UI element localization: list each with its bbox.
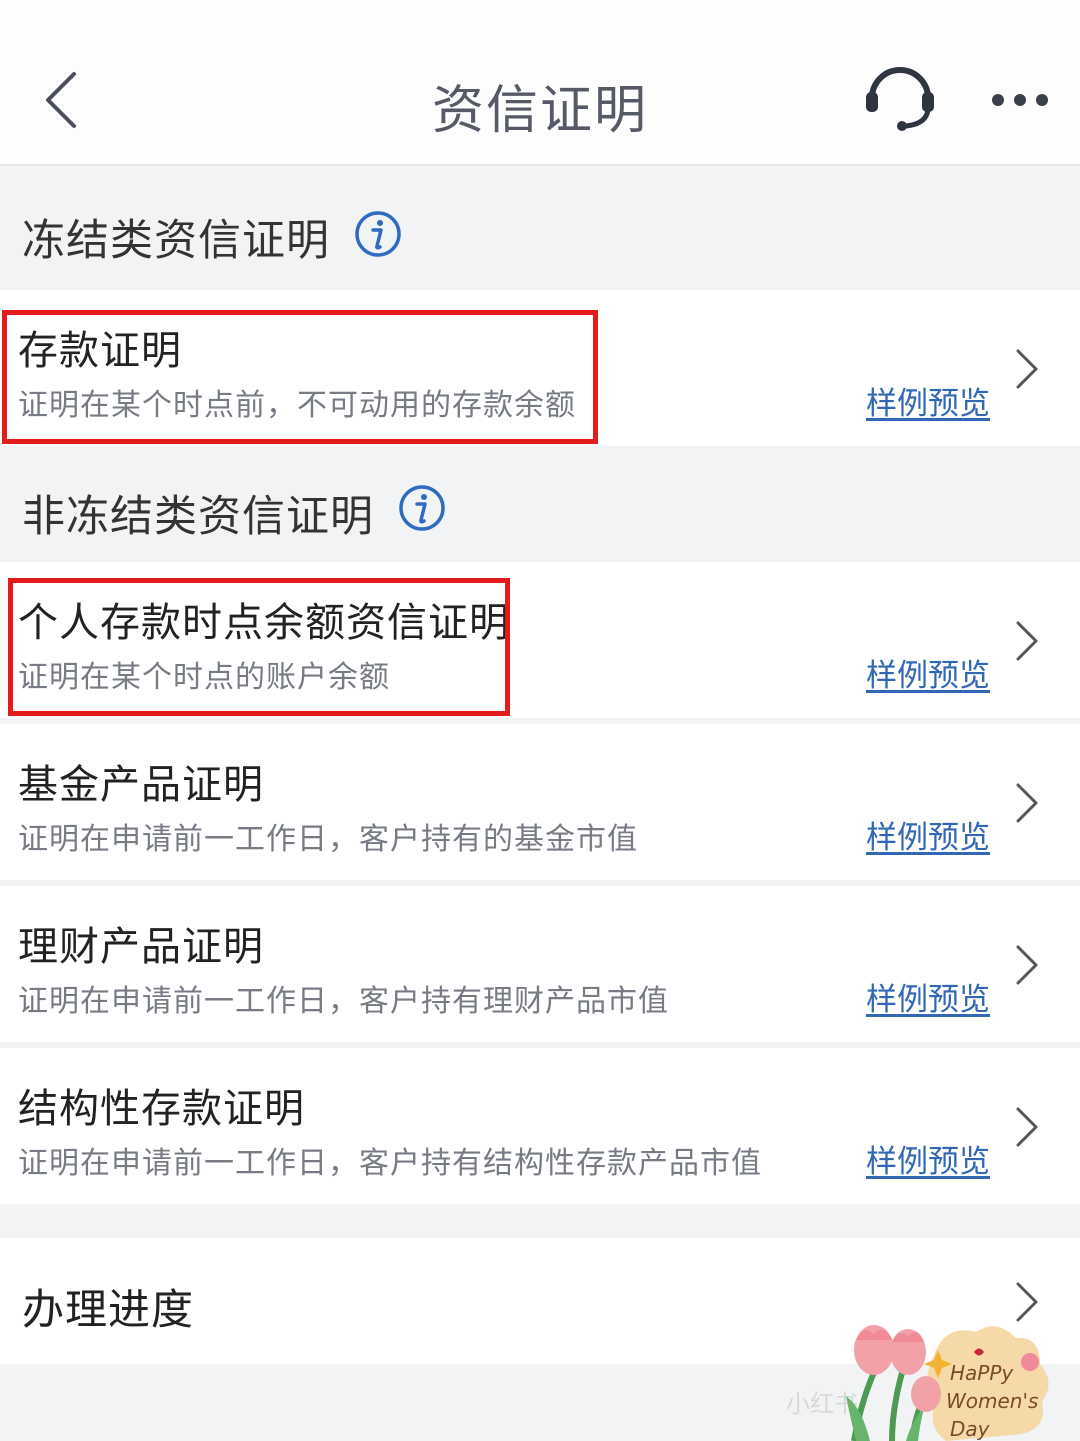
section-title-non-frozen: 非冻结类资信证明 xyxy=(22,492,374,542)
list-item-structured-deposit[interactable]: 结构性存款证明 证明在申请前一工作日，客户持有结构性存款产品市值 样例预览 xyxy=(0,1048,1080,1204)
sample-preview-link[interactable]: 样例预览 xyxy=(866,650,990,695)
item-title: 结构性存款证明 xyxy=(18,1086,305,1132)
info-icon xyxy=(355,211,401,257)
item-description: 证明在申请前一工作日，客户持有结构性存款产品市值 xyxy=(18,1146,762,1181)
frozen-info-button[interactable] xyxy=(354,210,402,258)
progress-label: 办理进度 xyxy=(22,1285,195,1334)
back-button[interactable] xyxy=(36,68,92,132)
list-item-personal-deposit-balance[interactable]: 个人存款时点余额资信证明 证明在某个时点的账户余额 样例预览 xyxy=(0,562,1080,718)
chevron-right-icon xyxy=(1016,349,1038,389)
section-header-frozen: 冻结类资信证明 xyxy=(0,166,1080,288)
more-dots-icon xyxy=(992,94,1048,106)
headset-icon xyxy=(866,67,934,131)
item-description: 证明在某个时点前，不可动用的存款余额 xyxy=(18,388,576,423)
sample-preview-link[interactable]: 样例预览 xyxy=(866,812,990,857)
item-title: 理财产品证明 xyxy=(18,924,264,970)
list-item-deposit-certificate[interactable]: 存款证明 证明在某个时点前，不可动用的存款余额 样例预览 xyxy=(0,290,1080,446)
non-frozen-info-button[interactable] xyxy=(398,484,446,532)
list-item-wealth-product[interactable]: 理财产品证明 证明在申请前一工作日，客户持有理财产品市值 样例预览 xyxy=(0,886,1080,1042)
item-description: 证明在某个时点的账户余额 xyxy=(18,660,390,695)
item-title: 基金产品证明 xyxy=(18,762,264,808)
navigation-bar: 资信证明 xyxy=(0,0,1080,166)
item-title: 个人存款时点余额资信证明 xyxy=(18,600,510,646)
sample-preview-link[interactable]: 样例预览 xyxy=(866,1136,990,1181)
info-icon xyxy=(399,485,445,531)
section-header-non-frozen: 非冻结类资信证明 xyxy=(0,446,1080,560)
sticker-text-line2: Women's xyxy=(946,1389,1038,1413)
chevron-right-icon xyxy=(1016,621,1038,661)
chevron-left-icon xyxy=(46,72,76,128)
section-title-frozen: 冻结类资信证明 xyxy=(22,216,330,266)
sample-preview-link[interactable]: 样例预览 xyxy=(866,974,990,1019)
chevron-right-icon xyxy=(1016,945,1038,985)
item-description: 证明在申请前一工作日，客户持有理财产品市值 xyxy=(18,984,669,1019)
item-description: 证明在申请前一工作日，客户持有的基金市值 xyxy=(18,822,638,857)
sticker-text-line3: Day xyxy=(950,1417,991,1441)
more-button[interactable] xyxy=(988,88,1054,114)
customer-service-button[interactable] xyxy=(860,62,940,134)
sample-preview-link[interactable]: 样例预览 xyxy=(866,378,990,423)
list-item-fund-product[interactable]: 基金产品证明 证明在申请前一工作日，客户持有的基金市值 样例预览 xyxy=(0,724,1080,880)
chevron-right-icon xyxy=(1016,1107,1038,1147)
item-title: 存款证明 xyxy=(18,328,182,374)
womens-day-sticker: HaPPy Women's Day xyxy=(826,1316,1066,1441)
chevron-right-icon xyxy=(1016,783,1038,823)
sticker-text-line1: HaPPy xyxy=(950,1361,1014,1385)
